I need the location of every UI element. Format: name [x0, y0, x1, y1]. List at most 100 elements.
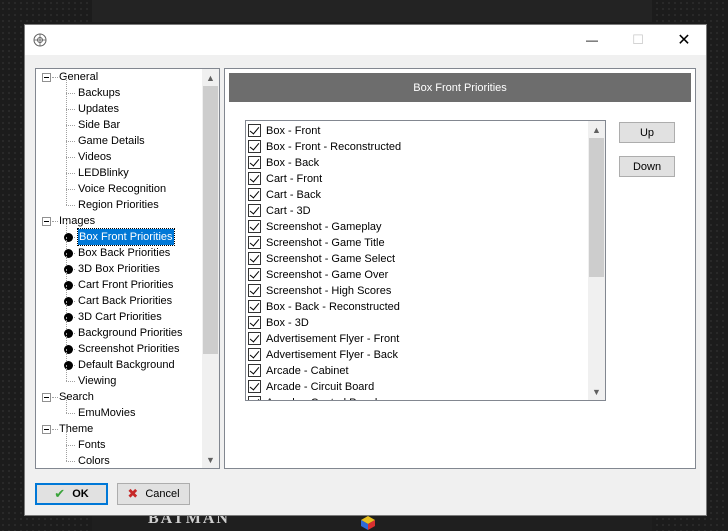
app-icon [33, 33, 47, 47]
tree-connector [66, 381, 75, 382]
priority-checkbox[interactable] [248, 380, 261, 393]
tree-item[interactable]: Background Priorities [36, 317, 202, 341]
priority-checkbox[interactable] [248, 396, 261, 400]
priority-item[interactable]: Box - Front [248, 123, 586, 139]
priority-item[interactable]: Arcade - Circuit Board [248, 379, 586, 395]
tree-scroll-thumb[interactable] [203, 86, 218, 354]
tree-connector [66, 125, 67, 141]
priority-checkbox[interactable] [248, 140, 261, 153]
priority-checkbox[interactable] [248, 284, 261, 297]
priority-item[interactable]: Advertisement Flyer - Front [248, 331, 586, 347]
priority-item[interactable]: Box - Front - Reconstructed [248, 139, 586, 155]
tree-scrollbar[interactable]: ▲ ▼ [202, 69, 219, 468]
priority-label: Box - Back [266, 157, 320, 169]
tree-item-label: Background Priorities [78, 327, 183, 339]
down-button[interactable]: Down [619, 156, 675, 177]
priority-item[interactable]: Arcade - Cabinet [248, 363, 586, 379]
priority-checkbox[interactable] [248, 124, 261, 137]
tree-item[interactable]: Side Bar [36, 109, 202, 133]
list-scroll-thumb[interactable] [589, 138, 604, 277]
list-scroll-up-icon[interactable]: ▲ [588, 121, 605, 138]
tree-item[interactable]: Videos [36, 141, 202, 165]
priority-label: Cart - Front [266, 173, 323, 185]
tree-item[interactable]: LEDBlinky [36, 157, 202, 181]
minimize-button[interactable]: — [569, 25, 615, 55]
priority-label: Box - Front [266, 125, 321, 137]
priority-item[interactable]: Screenshot - High Scores [248, 283, 586, 299]
tree-item[interactable]: Region Priorities [36, 189, 202, 213]
priority-item[interactable]: Box - Back - Reconstructed [248, 299, 586, 315]
up-button[interactable]: Up [619, 122, 675, 143]
priority-label: Screenshot - Game Select [266, 253, 396, 265]
ok-button[interactable]: ✔ OK [35, 483, 108, 505]
cancel-button[interactable]: ✖ Cancel [117, 483, 190, 505]
close-button[interactable]: ✕ [661, 25, 707, 55]
tree-item[interactable]: Voice Recognition [36, 173, 202, 197]
priority-checkbox[interactable] [248, 268, 261, 281]
collapse-icon[interactable] [42, 425, 51, 434]
tree-item[interactable]: EmuMovies [36, 397, 202, 421]
priority-item[interactable]: Screenshot - Game Over [248, 267, 586, 283]
priority-checkbox[interactable] [248, 156, 261, 169]
tree-item[interactable]: Screenshot Priorities [36, 333, 202, 357]
tree-item[interactable]: Colors [36, 445, 202, 468]
priority-checkbox[interactable] [248, 316, 261, 329]
options-tree[interactable]: General Backups Updates Side Bar Game Detail… [35, 68, 220, 469]
priority-item[interactable]: Advertisement Flyer - Back [248, 347, 586, 363]
tree-connector [52, 397, 58, 398]
maximize-icon: ☐ [632, 32, 644, 47]
tree-item[interactable]: Game Details [36, 125, 202, 149]
list-scrollbar[interactable]: ▲ ▼ [588, 121, 605, 400]
priority-item[interactable]: Screenshot - Game Select [248, 251, 586, 267]
priority-checkbox[interactable] [248, 220, 261, 233]
tree-group-label: General [59, 71, 99, 83]
tree-connector [52, 77, 58, 78]
tree-group[interactable]: Search [36, 389, 202, 405]
collapse-icon[interactable] [42, 217, 51, 226]
tree-connector [66, 445, 67, 461]
priority-item[interactable]: Arcade - Control Panel [248, 395, 586, 400]
priority-item[interactable]: Screenshot - Gameplay [248, 219, 586, 235]
priority-checkbox[interactable] [248, 332, 261, 345]
list-scroll-down-icon[interactable]: ▼ [588, 383, 605, 400]
priority-item[interactable]: Screenshot - Game Title [248, 235, 586, 251]
priority-checkbox[interactable] [248, 252, 261, 265]
tree-item[interactable]: Default Background [36, 349, 202, 373]
tree-connector [52, 221, 58, 222]
scroll-up-arrow-icon[interactable]: ▲ [202, 69, 219, 86]
tree-item[interactable]: Cart Front Priorities [36, 269, 202, 293]
collapse-icon[interactable] [42, 393, 51, 402]
priority-item[interactable]: Cart - Front [248, 171, 586, 187]
priorities-list[interactable]: Box - Front Box - Front - Reconstructed Bo… [245, 120, 606, 401]
tree-item[interactable]: 3D Cart Priorities [36, 301, 202, 325]
priority-item[interactable]: Box - Back [248, 155, 586, 171]
priority-checkbox[interactable] [248, 236, 261, 249]
priority-item[interactable]: Box - 3D [248, 315, 586, 331]
tree-item[interactable]: Backups [36, 77, 202, 101]
tree-item[interactable]: 3D Box Priorities [36, 253, 202, 277]
collapse-icon[interactable] [42, 73, 51, 82]
priority-checkbox[interactable] [248, 188, 261, 201]
tree-item[interactable]: Box Back Priorities [36, 237, 202, 261]
tree-connector [66, 413, 75, 414]
scroll-down-arrow-icon[interactable]: ▼ [202, 451, 219, 468]
tree-group[interactable]: General [36, 69, 202, 85]
priority-checkbox[interactable] [248, 172, 261, 185]
priority-checkbox[interactable] [248, 300, 261, 313]
tree-connector [66, 109, 67, 125]
tree-connector [66, 141, 75, 142]
priority-label: Advertisement Flyer - Back [266, 349, 399, 361]
tree-connector [66, 125, 75, 126]
tree-item[interactable]: Cart Back Priorities [36, 285, 202, 309]
tree-item[interactable]: Updates [36, 93, 202, 117]
tree-group[interactable]: Theme [36, 421, 202, 437]
tree-item[interactable]: Box Front Priorities [36, 221, 202, 246]
priority-item[interactable]: Cart - Back [248, 187, 586, 203]
priority-checkbox[interactable] [248, 364, 261, 377]
tree-item[interactable]: Fonts [36, 429, 202, 453]
tree-group[interactable]: Images [36, 213, 202, 229]
priority-item[interactable]: Cart - 3D [248, 203, 586, 219]
priority-checkbox[interactable] [248, 204, 261, 217]
tree-item[interactable]: Viewing [36, 365, 202, 389]
priority-checkbox[interactable] [248, 348, 261, 361]
